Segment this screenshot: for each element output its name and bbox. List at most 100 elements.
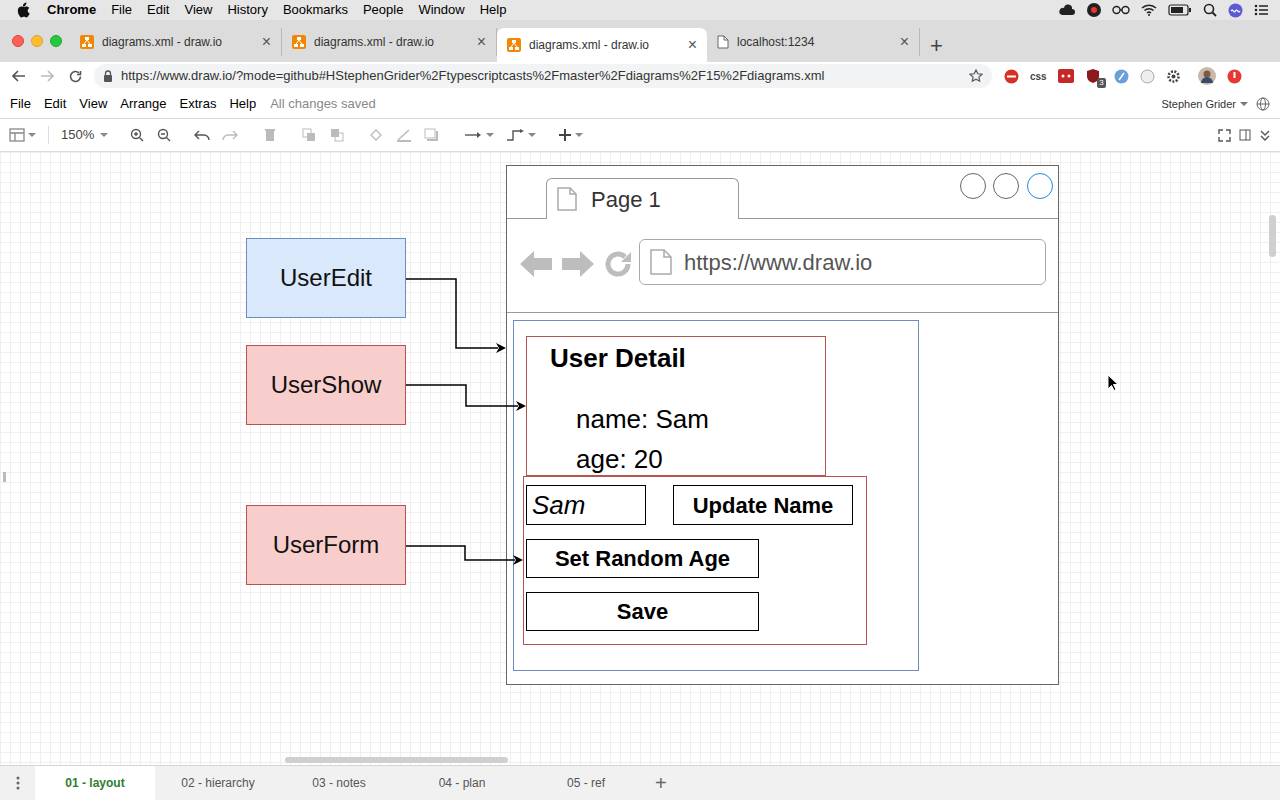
- component-node[interactable]: UserEdit: [246, 238, 406, 318]
- page-tab[interactable]: 05 - ref: [527, 766, 645, 800]
- format-panel-icon[interactable]: [9, 128, 25, 142]
- close-tab-button[interactable]: ×: [262, 34, 271, 50]
- app-menu[interactable]: Chrome: [47, 0, 96, 20]
- zoom-window-button[interactable]: [50, 35, 62, 47]
- zoom-in-icon[interactable]: [130, 128, 144, 142]
- line-color-icon[interactable]: [396, 128, 412, 142]
- cloud-icon[interactable]: [1058, 4, 1076, 16]
- name-input[interactable]: Sam: [526, 485, 646, 525]
- horizontal-scrollbar[interactable]: [285, 757, 508, 763]
- to-front-icon[interactable]: [302, 128, 316, 142]
- menu-item[interactable]: Help: [480, 0, 507, 20]
- form-button[interactable]: Set Random Age: [526, 539, 759, 578]
- to-back-icon[interactable]: [330, 128, 344, 142]
- list-icon[interactable]: [1254, 4, 1268, 16]
- caret-icon[interactable]: [1240, 101, 1248, 107]
- page-tab[interactable]: 01 - layout: [35, 766, 155, 800]
- form-button[interactable]: Save: [526, 592, 759, 631]
- extension-icon[interactable]: [1058, 69, 1074, 83]
- feather-icon[interactable]: [1114, 69, 1129, 84]
- close-tab-button[interactable]: ×: [688, 37, 697, 53]
- badge-extension[interactable]: 3: [1085, 68, 1103, 84]
- menu-item[interactable]: History: [227, 0, 267, 20]
- tab-title[interactable]: diagrams.xml - draw.io: [102, 33, 254, 51]
- drawio-icon[interactable]: [507, 38, 521, 52]
- forward-icon[interactable]: [40, 70, 54, 82]
- menu-item[interactable]: File: [10, 94, 31, 114]
- page-tab[interactable]: 03 - notes: [281, 766, 397, 800]
- page-icon[interactable]: [557, 187, 577, 211]
- insert-icon[interactable]: [558, 128, 572, 142]
- ghost-icon[interactable]: [1140, 69, 1155, 84]
- delete-icon[interactable]: [264, 128, 276, 142]
- drawio-icon[interactable]: [292, 35, 306, 49]
- close-tab-button[interactable]: ×: [900, 34, 909, 50]
- globe-icon[interactable]: [1256, 97, 1270, 111]
- mockup-tab[interactable]: Page 1: [546, 178, 739, 219]
- fill-color-icon[interactable]: [368, 128, 384, 142]
- user-name[interactable]: Stephen Grider: [1161, 96, 1236, 113]
- browser-tab[interactable]: localhost:1234 ×: [707, 28, 920, 56]
- zoom-out-icon[interactable]: [157, 128, 171, 142]
- avatar-icon[interactable]: [1198, 67, 1216, 85]
- caret-icon[interactable]: [28, 132, 36, 138]
- caret-icon[interactable]: [575, 132, 583, 138]
- add-page-button[interactable]: +: [655, 773, 667, 793]
- glasses-icon[interactable]: [1112, 5, 1130, 15]
- lock-icon[interactable]: [103, 70, 113, 82]
- pages-menu[interactable]: [0, 766, 35, 800]
- back-icon[interactable]: [12, 70, 26, 82]
- more-icon[interactable]: [16, 776, 20, 790]
- menu-item[interactable]: Edit: [44, 94, 66, 114]
- diagram-canvas[interactable]: UserEditUserShowUserFormPage 1https://ww…: [0, 152, 1280, 765]
- waypoints-icon[interactable]: [506, 129, 526, 141]
- menu-item[interactable]: Window: [418, 0, 464, 20]
- drawio-icon[interactable]: [80, 35, 94, 49]
- sidebar-handle[interactable]: [3, 472, 6, 482]
- component-node[interactable]: UserShow: [246, 345, 406, 425]
- page-icon[interactable]: [717, 35, 729, 49]
- menu-item[interactable]: View: [184, 0, 212, 20]
- adblock-icon[interactable]: [1004, 69, 1019, 84]
- apple-icon[interactable]: [16, 2, 30, 18]
- page-tab[interactable]: 04 - plan: [397, 766, 527, 800]
- gear-icon[interactable]: [1166, 69, 1181, 84]
- tab-title[interactable]: diagrams.xml - draw.io: [314, 33, 469, 51]
- panel-icon[interactable]: [1239, 129, 1251, 141]
- browser-tab[interactable]: diagrams.xml - draw.io ×: [70, 28, 282, 56]
- omnibox[interactable]: https://www.draw.io/?mode=github#HStephe…: [94, 64, 992, 88]
- css-extension[interactable]: css: [1030, 69, 1047, 84]
- tab-title[interactable]: diagrams.xml - draw.io: [529, 36, 680, 54]
- menu-item[interactable]: Edit: [147, 0, 169, 20]
- menu-item[interactable]: Extras: [180, 94, 217, 114]
- browser-tab[interactable]: diagrams.xml - draw.io ×: [497, 28, 707, 62]
- siri-icon[interactable]: [1228, 3, 1243, 18]
- component-node[interactable]: UserForm: [246, 505, 406, 585]
- collapse-icon[interactable]: [1259, 129, 1271, 141]
- wifi-icon[interactable]: [1141, 4, 1157, 16]
- menu-item[interactable]: Arrange: [120, 94, 166, 114]
- star-icon[interactable]: [969, 69, 983, 83]
- fullscreen-icon[interactable]: [1218, 129, 1231, 142]
- app-icon[interactable]: [1087, 3, 1101, 17]
- menu-item[interactable]: File: [111, 0, 132, 20]
- caret-icon[interactable]: [486, 132, 494, 138]
- tab-title[interactable]: localhost:1234: [737, 33, 892, 51]
- minimize-window-button[interactable]: [31, 35, 43, 47]
- search-icon[interactable]: [1203, 3, 1217, 17]
- menu-item[interactable]: Help: [229, 94, 256, 114]
- battery-icon[interactable]: [1168, 4, 1192, 16]
- shadow-icon[interactable]: [424, 128, 438, 142]
- caret-icon[interactable]: [528, 132, 536, 138]
- close-tab-button[interactable]: ×: [477, 34, 486, 50]
- zoom-level[interactable]: 150%: [61, 125, 94, 145]
- caret-icon[interactable]: [100, 132, 108, 138]
- new-tab-button[interactable]: +: [930, 35, 943, 57]
- vertical-scrollbar[interactable]: [1269, 215, 1276, 257]
- reload-icon[interactable]: [69, 70, 82, 83]
- menu-item[interactable]: Bookmarks: [283, 0, 348, 20]
- redo-icon[interactable]: [222, 129, 238, 141]
- page-tab[interactable]: 02 - hierarchy: [155, 766, 281, 800]
- menu-item[interactable]: People: [363, 0, 403, 20]
- close-window-button[interactable]: [12, 35, 24, 47]
